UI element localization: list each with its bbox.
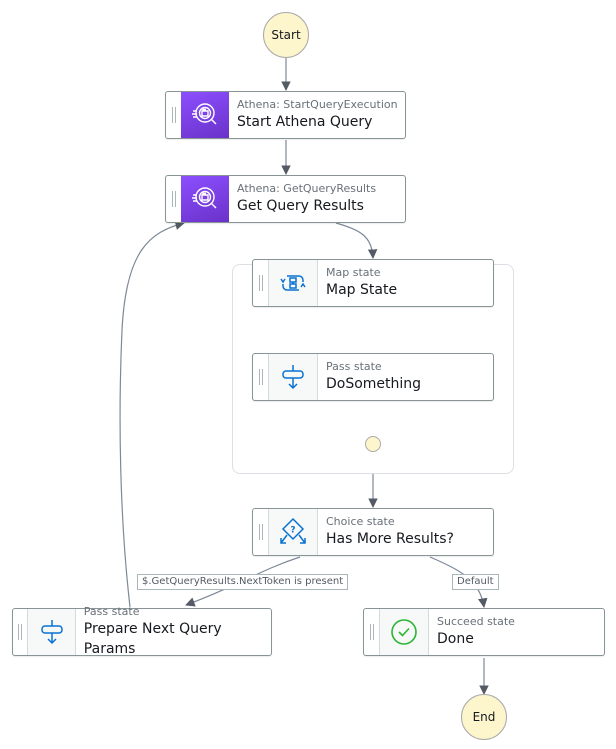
state-get-query-results[interactable]: Athena: GetQueryResults Get Query Result… <box>165 175 406 223</box>
start-label: Start <box>271 28 301 42</box>
athena-icon <box>181 92 229 138</box>
drag-handle[interactable] <box>13 609 27 655</box>
state-map-state[interactable]: Map state Map State <box>252 259 494 307</box>
state-do-something[interactable]: Pass state DoSomething <box>252 353 494 401</box>
state-type-label: Pass state <box>83 605 140 618</box>
state-name: Prepare Next Query Params <box>83 621 222 657</box>
drag-handle[interactable] <box>364 609 379 655</box>
state-type-label: Athena: StartQueryExecution <box>237 98 398 111</box>
edge-get-results-to-map <box>335 222 378 259</box>
edge-label-default: Default <box>452 574 499 590</box>
start-terminal[interactable]: Start <box>263 12 309 58</box>
state-name: DoSomething <box>326 376 422 392</box>
choice-state-icon: ? <box>268 509 318 555</box>
athena-icon <box>181 176 229 222</box>
succeed-state-icon <box>379 609 429 655</box>
pass-state-icon <box>27 609 76 655</box>
end-label: End <box>472 710 496 724</box>
state-type-label: Succeed state <box>437 615 515 628</box>
end-terminal[interactable]: End <box>461 694 507 740</box>
drag-handle[interactable] <box>166 92 181 138</box>
svg-text:?: ? <box>290 526 295 536</box>
drag-handle[interactable] <box>253 354 268 400</box>
state-type-label: Pass state <box>326 360 382 373</box>
map-state-icon <box>268 260 318 306</box>
state-name: Start Athena Query <box>237 114 373 130</box>
map-iteration-end <box>365 436 381 452</box>
state-prepare-next-query-params[interactable]: Pass state Prepare Next Query Params <box>12 605 272 657</box>
state-start-athena-query[interactable]: Athena: StartQueryExecution Start Athena… <box>165 91 406 139</box>
state-name: Map State <box>326 282 398 298</box>
edge-label-next-token: $.GetQueryResults.NextToken is present <box>137 574 349 590</box>
drag-handle[interactable] <box>166 176 181 222</box>
drag-handle[interactable] <box>253 509 268 555</box>
state-type-label: Map state <box>326 266 381 279</box>
edge-prepare-to-get-results <box>119 220 185 608</box>
state-done[interactable]: Succeed state Done <box>363 608 605 656</box>
state-name: Get Query Results <box>237 198 364 214</box>
state-has-more-results[interactable]: ? Choice state Has More Results? <box>252 508 494 556</box>
state-type-label: Choice state <box>326 515 395 528</box>
state-name: Has More Results? <box>326 531 454 547</box>
state-name: Done <box>437 631 474 647</box>
drag-handle[interactable] <box>253 260 268 306</box>
pass-state-icon <box>268 354 318 400</box>
state-type-label: Athena: GetQueryResults <box>237 182 377 195</box>
